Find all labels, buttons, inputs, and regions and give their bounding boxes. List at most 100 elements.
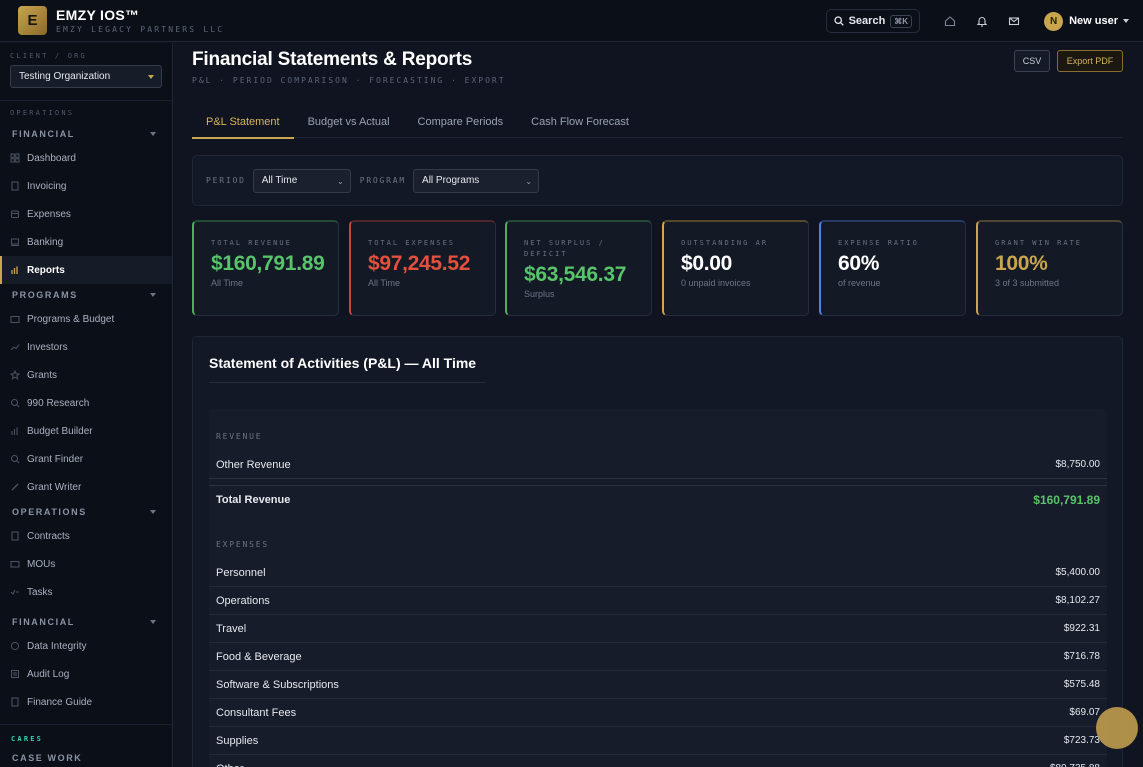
sidebar-item-grants[interactable]: Grants	[0, 361, 172, 389]
table-row: Software & Subscriptions $575.48	[209, 671, 1107, 699]
top-bar: E EMZY IOS™ EMZY LEGACY PARTNERS LLC Sea…	[0, 0, 1143, 42]
assistant-button[interactable]	[1096, 707, 1138, 749]
sidebar-item-label: Data Integrity	[27, 640, 87, 652]
sidebar-item-mous[interactable]: MOUs	[0, 550, 172, 578]
tab-cash-flow-forecast[interactable]: Cash Flow Forecast	[517, 106, 643, 138]
group-label: FINANCIAL	[12, 617, 75, 627]
sidebar-item-dashboard[interactable]: Dashboard	[0, 144, 172, 172]
sidebar-item-label: MOUs	[27, 558, 56, 570]
sidebar-item-grant-finder[interactable]: Grant Finder	[0, 445, 172, 473]
group-programs[interactable]: PROGRAMS	[0, 285, 172, 305]
sidebar-item-data-integrity[interactable]: Data Integrity	[0, 632, 172, 660]
sidebar: CLIENT / ORG Testing Organization OPERAT…	[0, 43, 173, 767]
cares-section-label: CARES	[11, 735, 44, 743]
kpi-cards: TOTAL REVENUE $160,791.89 All Time TOTAL…	[192, 220, 1123, 316]
group-label: CASE WORK	[12, 753, 83, 763]
mail-icon[interactable]	[1006, 13, 1022, 29]
row-amount: $5,400.00	[1055, 567, 1101, 578]
home-icon[interactable]	[942, 13, 958, 29]
group-financial-2[interactable]: FINANCIAL	[0, 612, 172, 632]
row-label: Operations	[216, 594, 270, 607]
sidebar-item-990-research[interactable]: 990 Research	[0, 389, 172, 417]
kpi-total-expenses: TOTAL EXPENSES $97,245.52 All Time	[349, 220, 496, 316]
period-select-value: All Time	[261, 175, 298, 186]
row-label: Other Revenue	[216, 458, 291, 471]
sidebar-item-banking[interactable]: Banking	[0, 228, 172, 256]
sidebar-item-invoicing[interactable]: Invoicing	[0, 172, 172, 200]
sidebar-item-reports[interactable]: Reports	[0, 256, 172, 284]
checklist-icon	[10, 587, 20, 597]
brand-subtitle: EMZY LEGACY PARTNERS LLC	[56, 24, 225, 34]
total-revenue-row: Total Revenue $160,791.89	[209, 485, 1107, 513]
statement-panel: Statement of Activities (P&L) — All Time…	[192, 336, 1123, 767]
group-operations[interactable]: OPERATIONS	[0, 502, 172, 522]
group-case-work[interactable]: CASE WORK	[0, 748, 172, 767]
org-select[interactable]: Testing Organization	[10, 65, 162, 88]
bar-chart-icon	[10, 265, 20, 275]
kpi-outstanding-ar: OUTSTANDING AR $0.00 0 unpaid invoices	[662, 220, 809, 316]
row-label: Consultant Fees	[216, 706, 297, 719]
sidebar-item-expenses[interactable]: Expenses	[0, 200, 172, 228]
kpi-value: $0.00	[681, 252, 733, 275]
bar-chart-icon	[10, 426, 20, 436]
total-revenue-label: Total Revenue	[216, 493, 291, 506]
search-label: Search	[848, 15, 886, 27]
kpi-net-surplus: NET SURPLUS / DEFICIT $63,546.37 Surplus	[505, 220, 652, 316]
group-label: PROGRAMS	[12, 290, 78, 300]
program-select[interactable]: All Programs ⌄	[413, 168, 540, 193]
sidebar-item-grant-writer[interactable]: Grant Writer	[0, 473, 172, 501]
row-label: Personnel	[216, 566, 266, 579]
kpi-expense-ratio: EXPENSE RATIO 60% of revenue	[819, 220, 966, 316]
magnifier-icon	[10, 398, 20, 408]
sidebar-item-label: Expenses	[27, 208, 71, 220]
search-shortcut: ⌘K	[890, 14, 913, 28]
user-name[interactable]: New user	[1069, 15, 1118, 27]
brand-logo[interactable]: E	[18, 6, 47, 35]
sidebar-item-finance-guide[interactable]: Finance Guide	[0, 688, 172, 716]
chevron-down-icon[interactable]	[1123, 19, 1129, 23]
table-row: Operations $8,102.27	[209, 587, 1107, 615]
row-amount: $575.48	[1063, 679, 1100, 690]
kpi-label: TOTAL REVENUE	[211, 239, 292, 247]
envelope-icon	[10, 559, 20, 569]
tab-pl-statement[interactable]: P&L Statement	[192, 106, 294, 139]
statement-table: REVENUE Other Revenue $8,750.00 Total Re…	[209, 409, 1107, 767]
kpi-total-revenue: TOTAL REVENUE $160,791.89 All Time	[192, 220, 339, 316]
trend-icon	[10, 342, 20, 352]
period-label: PERIOD	[206, 176, 246, 185]
program-label: PROGRAM	[359, 176, 407, 185]
kpi-label: GRANT WIN RATE	[995, 239, 1083, 247]
sidebar-item-investors[interactable]: Investors	[0, 333, 172, 361]
revenue-section-label: REVENUE	[216, 432, 263, 441]
tab-compare-periods[interactable]: Compare Periods	[404, 106, 518, 138]
program-select-value: All Programs	[422, 175, 480, 186]
csv-export-button[interactable]: CSV	[1014, 50, 1050, 72]
period-select[interactable]: All Time ⌄	[252, 168, 351, 193]
sidebar-item-label: Audit Log	[27, 668, 70, 680]
sidebar-item-contracts[interactable]: Contracts	[0, 522, 172, 550]
statement-title: Statement of Activities (P&L) — All Time	[209, 355, 477, 371]
table-row: Supplies $723.73	[209, 727, 1107, 755]
table-row: Travel $922.31	[209, 615, 1107, 643]
kpi-sub: of revenue	[838, 278, 881, 288]
sidebar-item-label: Investors	[27, 341, 68, 353]
sidebar-item-programs-budget[interactable]: Programs & Budget	[0, 305, 172, 333]
chevron-down-icon	[150, 293, 156, 297]
sidebar-item-budget-builder[interactable]: Budget Builder	[0, 417, 172, 445]
sidebar-item-tasks[interactable]: Tasks	[0, 578, 172, 606]
table-row: Other $80,735.88	[209, 755, 1107, 767]
group-financial[interactable]: FINANCIAL	[0, 124, 172, 144]
kpi-value: 60%	[838, 252, 880, 275]
bell-icon[interactable]	[974, 13, 990, 29]
avatar[interactable]: N	[1044, 11, 1064, 31]
kpi-value: 100%	[995, 252, 1048, 275]
sidebar-item-audit-log[interactable]: Audit Log	[0, 660, 172, 688]
kpi-sub: All Time	[368, 278, 401, 288]
export-pdf-button[interactable]: Export PDF	[1057, 50, 1123, 72]
search-icon	[10, 454, 20, 464]
row-amount: $8,750.00	[1055, 459, 1101, 470]
search-button[interactable]: Search ⌘K	[825, 9, 921, 33]
tab-budget-vs-actual[interactable]: Budget vs Actual	[294, 106, 404, 138]
row-amount: $716.78	[1063, 651, 1100, 662]
bank-icon	[10, 237, 20, 247]
